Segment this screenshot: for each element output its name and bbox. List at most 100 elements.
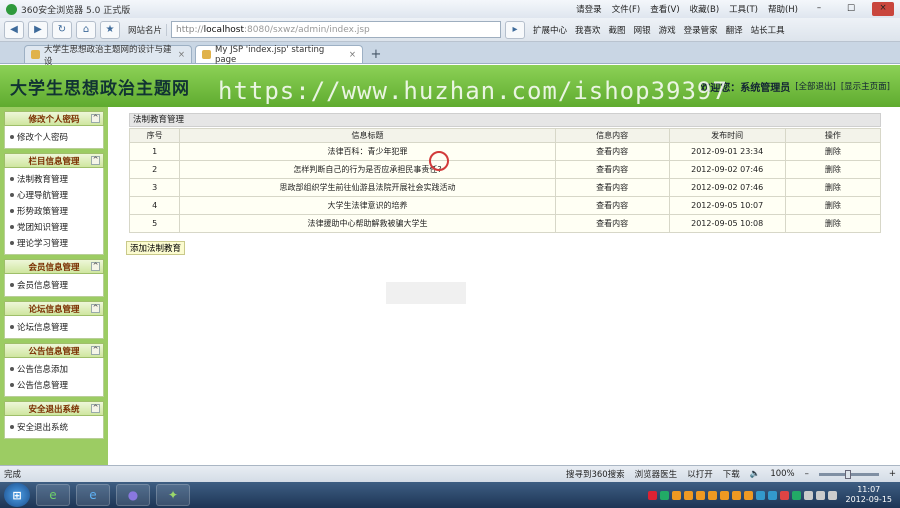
zoom-level[interactable]: 100%	[770, 469, 794, 479]
tray-icon[interactable]	[803, 490, 813, 500]
site-card-button[interactable]: 网站名片	[124, 23, 168, 36]
menu-view[interactable]: 查看(V)	[650, 3, 679, 15]
menu-login[interactable]: 请登录	[576, 3, 602, 15]
tray-icon[interactable]	[659, 490, 669, 500]
menu-tools[interactable]: 工具(T)	[729, 3, 758, 15]
sidebar-group-header[interactable]: 会员信息管理 ^	[4, 259, 104, 274]
menu-file[interactable]: 文件(F)	[612, 3, 641, 15]
zoom-in-icon[interactable]: +	[889, 469, 896, 479]
sidebar-item-theory[interactable]: 理论学习管理	[10, 235, 103, 251]
taskbar-360-browser-icon[interactable]: e	[36, 484, 70, 506]
sidebar-item-legal-education[interactable]: 法制教育管理	[10, 171, 103, 187]
delete-link[interactable]: 删除	[784, 214, 882, 233]
delete-link[interactable]: 删除	[784, 142, 882, 161]
collapse-icon[interactable]: ^	[91, 404, 100, 413]
tray-icon[interactable]	[743, 490, 753, 500]
new-tab-icon[interactable]: +	[366, 45, 386, 63]
favorite-star-icon[interactable]: ★	[100, 20, 120, 39]
status-doctor[interactable]: 浏览器医生	[635, 468, 678, 480]
view-content-link[interactable]: 查看内容	[554, 196, 670, 215]
tray-icon[interactable]	[767, 490, 777, 500]
taskbar-ie-icon[interactable]: e	[76, 484, 110, 506]
tray-icon[interactable]	[719, 490, 729, 500]
toolbar-games[interactable]: 游戏	[659, 24, 676, 36]
view-content-link[interactable]: 查看内容	[554, 160, 670, 179]
collapse-icon[interactable]: ^	[91, 346, 100, 355]
taskbar-clock[interactable]: 11:07 2012-09-15	[846, 485, 893, 505]
close-button[interactable]: ×	[872, 2, 894, 16]
tray-icon[interactable]	[647, 490, 657, 500]
tab-index-jsp[interactable]: My JSP 'index.jsp' starting page ×	[195, 45, 363, 65]
tray-icon[interactable]	[683, 490, 693, 500]
menu-help[interactable]: 帮助(H)	[768, 3, 798, 15]
tab-site-design[interactable]: 大学生思想政治主题网的设计与建设 ×	[24, 45, 192, 67]
taskbar-app-icon[interactable]: ✦	[156, 484, 190, 506]
forward-icon[interactable]: ▶	[28, 20, 48, 39]
sidebar-item-policy[interactable]: 形势政策管理	[10, 203, 103, 219]
home-icon[interactable]: ⌂	[76, 20, 96, 39]
toolbar-like[interactable]: 我喜欢	[575, 24, 601, 36]
sidebar-group-header[interactable]: 修改个人密码 ^	[4, 111, 104, 126]
sidebar-item-add-notice[interactable]: 公告信息添加	[10, 361, 103, 377]
collapse-icon[interactable]: ^	[91, 262, 100, 271]
view-content-link[interactable]: 查看内容	[554, 178, 670, 197]
toolbar-screenshot[interactable]: 截图	[609, 24, 626, 36]
tab-close-icon[interactable]: ×	[349, 50, 356, 60]
cell-no: 3	[128, 178, 181, 197]
go-icon[interactable]: ▸	[505, 20, 526, 39]
add-legal-education-button[interactable]: 添加法制教育	[126, 241, 186, 255]
delete-link[interactable]: 删除	[784, 178, 882, 197]
status-search[interactable]: 搜寻到360搜索	[566, 468, 625, 480]
minimize-button[interactable]: –	[808, 2, 830, 16]
tray-icon[interactable]	[707, 490, 717, 500]
nav-label: 公告信息管理	[17, 381, 69, 391]
sidebar-item-logout[interactable]: 安全退出系统	[10, 419, 103, 435]
tray-icon[interactable]	[671, 490, 681, 500]
sidebar-group-header[interactable]: 公告信息管理 ^	[4, 343, 104, 358]
tray-icon[interactable]	[695, 490, 705, 500]
zoom-slider-knob[interactable]	[844, 469, 851, 479]
address-bar-input[interactable]: http:// localhost :8080/sxwz/admin/index…	[171, 21, 502, 38]
logout-link[interactable]: [全部退出]	[795, 80, 836, 92]
maximize-button[interactable]: □	[840, 2, 862, 16]
sidebar-item-manage-notices[interactable]: 公告信息管理	[10, 377, 103, 393]
view-content-link[interactable]: 查看内容	[554, 142, 670, 161]
tray-icon[interactable]	[779, 490, 789, 500]
tray-icon[interactable]	[791, 490, 801, 500]
back-icon[interactable]: ◀	[4, 20, 24, 39]
delete-link[interactable]: 删除	[784, 196, 882, 215]
tray-icon[interactable]	[731, 490, 741, 500]
tab-close-icon[interactable]: ×	[178, 50, 185, 60]
tray-icon[interactable]	[815, 490, 825, 500]
sidebar-item-members[interactable]: 会员信息管理	[10, 277, 103, 293]
speaker-icon[interactable]: 🔈	[750, 469, 761, 479]
menu-favorites[interactable]: 收藏(B)	[690, 3, 719, 15]
home-link[interactable]: [显示主页面]	[841, 80, 890, 92]
sidebar-item-forum[interactable]: 论坛信息管理	[10, 319, 103, 335]
refresh-icon[interactable]: ↻	[52, 20, 72, 39]
sidebar-item-change-password[interactable]: 修改个人密码	[10, 129, 103, 145]
collapse-icon[interactable]: ^	[91, 156, 100, 165]
tray-icon[interactable]	[827, 490, 837, 500]
tray-icon[interactable]	[755, 490, 765, 500]
zoom-slider[interactable]	[818, 469, 879, 479]
taskbar-eclipse-icon[interactable]: ●	[116, 484, 150, 506]
toolbar-bank[interactable]: 网银	[634, 24, 651, 36]
toolbar-ext-center[interactable]: 扩展中心	[533, 24, 567, 36]
collapse-icon[interactable]: ^	[91, 114, 100, 123]
sidebar-item-party-knowledge[interactable]: 党团知识管理	[10, 219, 103, 235]
view-content-link[interactable]: 查看内容	[554, 214, 670, 233]
sidebar-group-header[interactable]: 安全退出系统 ^	[4, 401, 104, 416]
toolbar-login-manager[interactable]: 登录管家	[684, 24, 718, 36]
toolbar-webmaster-tools[interactable]: 站长工具	[751, 24, 785, 36]
status-opened[interactable]: 以打开	[687, 468, 713, 480]
zoom-out-icon[interactable]: –	[805, 469, 809, 479]
sidebar-group-header[interactable]: 栏目信息管理 ^	[4, 153, 104, 168]
toolbar-translate[interactable]: 翻译	[726, 24, 743, 36]
delete-link[interactable]: 删除	[784, 160, 882, 179]
start-button-icon[interactable]: ⊞	[4, 483, 30, 507]
sidebar-item-psychology[interactable]: 心理导航管理	[10, 187, 103, 203]
status-download[interactable]: 下载	[723, 468, 740, 480]
collapse-icon[interactable]: ^	[91, 304, 100, 313]
sidebar-group-header[interactable]: 论坛信息管理 ^	[4, 301, 104, 316]
